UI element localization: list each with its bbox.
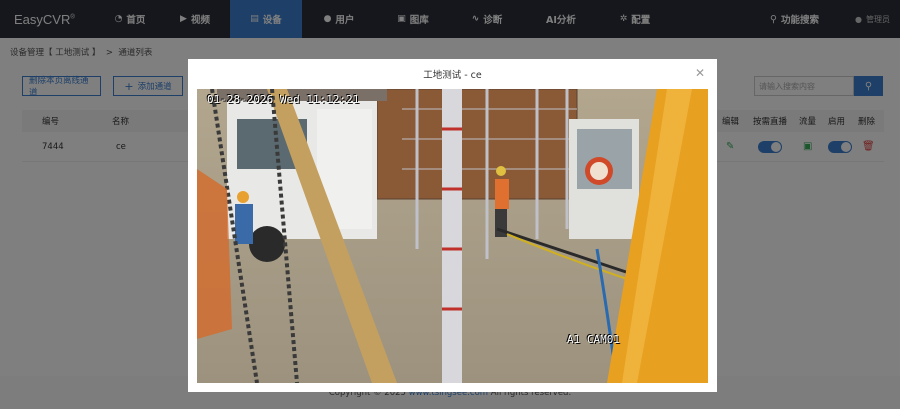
video-frame [197, 89, 708, 383]
close-icon[interactable]: ✕ [693, 66, 707, 80]
osd-camera-label: A1 CAM01 [567, 333, 620, 346]
osd-timestamp: 01-28-2026 Wed 11:12:21 [207, 93, 360, 106]
modal-title: 工地测试 - ce [423, 70, 482, 81]
video-modal: 工地测试 - ce ✕ 01-28-2026 Wed 11:12:21 A1 C… [188, 59, 717, 392]
video-player[interactable]: 01-28-2026 Wed 11:12:21 A1 CAM01 [197, 89, 708, 383]
